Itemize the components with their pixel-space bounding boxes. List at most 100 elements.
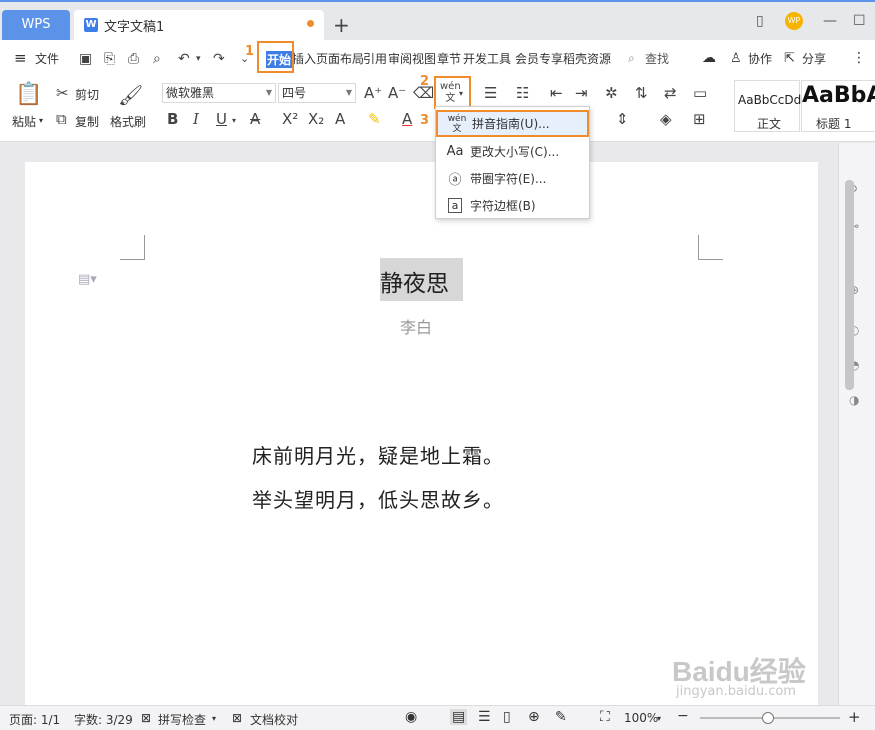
numbered-list-icon[interactable]: ☷ <box>516 84 529 102</box>
menu-item-char-border[interactable]: a 字符边框(B) <box>436 192 589 218</box>
undo-dropdown-icon[interactable]: ▾ <box>196 50 201 68</box>
zoom-level[interactable]: 100% <box>624 711 658 725</box>
poem-line-2[interactable]: 举头望明月，低头思故乡。 <box>252 484 504 513</box>
line-spacing-icon[interactable]: ⇕ <box>616 110 629 128</box>
zoom-dropdown-icon[interactable]: ▾ <box>657 714 661 723</box>
spellcheck-button[interactable]: 拼写检查 <box>158 711 206 728</box>
highlight-icon[interactable]: ✎ <box>368 110 381 128</box>
underline-dropdown-icon[interactable]: ▾ <box>232 112 236 130</box>
zoom-out-icon[interactable]: − <box>677 708 689 724</box>
text-direction-icon[interactable]: ⇄ <box>664 84 677 102</box>
undo-icon[interactable]: ↶ <box>178 50 190 68</box>
ruler-icon[interactable]: ▭ <box>693 84 707 102</box>
italic-icon[interactable]: I <box>193 110 199 128</box>
menu-review[interactable]: 审阅 <box>388 50 412 67</box>
minimize-icon[interactable]: — <box>823 13 837 29</box>
chinese-layout-icon[interactable]: ✲ <box>605 84 618 102</box>
underline-icon[interactable]: U <box>216 110 227 128</box>
print-preview-icon[interactable]: ⌕ <box>153 50 161 68</box>
window-layout-icon[interactable]: ▯ <box>756 13 764 29</box>
cloud-icon[interactable]: ☁ <box>702 50 716 66</box>
reading-view-icon[interactable]: ▯ <box>503 709 511 725</box>
menu-item-enclosed-chars[interactable]: ⓐ 带圈字符(E)... <box>436 165 589 191</box>
collab-button[interactable]: 协作 <box>748 50 772 67</box>
text-effect-icon[interactable]: A <box>335 110 345 128</box>
menu-view[interactable]: 视图 <box>412 50 436 67</box>
search-icon[interactable]: ⌕ <box>628 51 635 66</box>
menu-file[interactable]: 文件 <box>35 50 59 67</box>
paste-button[interactable]: 粘贴 <box>12 113 36 130</box>
superscript-icon[interactable]: X² <box>282 110 298 128</box>
decrease-indent-icon[interactable]: ⇤ <box>550 84 563 102</box>
page-count[interactable]: 页面: 1/1 <box>9 711 60 728</box>
menu-item-phonetic-guide[interactable]: wén 文 拼音指南(U)... <box>436 110 589 137</box>
hamburger-icon[interactable]: ≡ <box>14 49 27 67</box>
paste-dropdown-icon[interactable]: ▾ <box>39 116 43 125</box>
copy-button[interactable]: 复制 <box>75 113 99 130</box>
web-view-icon[interactable]: ⊕ <box>528 709 540 725</box>
proofread-icon[interactable]: ⊠ <box>232 711 242 725</box>
menu-item-change-case[interactable]: Aa 更改大小写(C)... <box>436 138 589 164</box>
share-icon[interactable]: ⇱ <box>784 51 795 66</box>
spellcheck-icon[interactable]: ⊠ <box>141 711 151 725</box>
proofread-button[interactable]: 文档校对 <box>250 711 298 728</box>
tab-document[interactable]: W 文字文稿1 <box>74 10 324 40</box>
fit-page-icon[interactable]: ⛶ <box>600 709 610 725</box>
share-button[interactable]: 分享 <box>802 50 826 67</box>
paste-icon[interactable]: 📋 <box>15 83 42 107</box>
eye-protection-icon[interactable]: ◉ <box>405 709 417 725</box>
shading-icon[interactable]: ◈ <box>660 110 672 128</box>
outline-view-icon[interactable]: ☰ <box>478 709 491 725</box>
page-view-icon[interactable]: ▤ <box>450 709 468 725</box>
export-pdf-icon[interactable]: ⎘ <box>104 50 115 68</box>
subscript-icon[interactable]: X₂ <box>308 110 324 128</box>
zoom-in-icon[interactable]: + <box>848 708 861 726</box>
menu-page-layout[interactable]: 页面布局 <box>316 50 364 67</box>
vertical-scrollbar[interactable] <box>845 180 854 390</box>
sidepanel-icon-6[interactable]: ◑ <box>849 393 859 407</box>
print-icon[interactable]: ⎙ <box>128 50 139 68</box>
font-name-select[interactable]: 微软雅黑 ▼ <box>162 83 276 103</box>
collab-user-icon[interactable]: ♙ <box>730 51 742 66</box>
menu-member[interactable]: 会员专享 <box>515 50 563 67</box>
new-tab-plus-icon[interactable]: + <box>333 10 350 40</box>
poem-line-1[interactable]: 床前明月光，疑是地上霜。 <box>252 440 504 469</box>
paragraph-doc-icon[interactable]: ▤▾ <box>78 272 97 287</box>
style-heading1[interactable]: AaBbA 标题 1 <box>801 80 875 132</box>
poem-author[interactable]: 李白 <box>400 314 432 338</box>
format-painter-button[interactable]: 格式刷 <box>110 113 146 130</box>
format-painter-icon[interactable]: 🖌 <box>118 83 143 107</box>
menu-insert[interactable]: 插入 <box>292 50 316 67</box>
increase-indent-icon[interactable]: ⇥ <box>575 84 588 102</box>
menu-references[interactable]: 引用 <box>363 50 387 67</box>
zoom-slider-thumb[interactable] <box>762 712 774 724</box>
tab-wps-home[interactable]: WPS <box>2 10 70 40</box>
cut-button[interactable]: 剪切 <box>75 86 99 103</box>
more-icon[interactable]: ⋮ <box>852 50 866 66</box>
style-normal[interactable]: AaBbCcDd 正文 <box>734 80 801 132</box>
bold-icon[interactable]: B <box>167 110 178 128</box>
spellcheck-dropdown-icon[interactable]: ▾ <box>212 714 216 723</box>
bullet-list-icon[interactable]: ☰ <box>484 84 497 102</box>
save-icon[interactable]: ▣ <box>79 50 92 68</box>
search-label[interactable]: 查找 <box>645 50 669 67</box>
sort-icon[interactable]: ⇅ <box>635 84 648 102</box>
avatar[interactable]: WP <box>785 12 803 30</box>
word-count[interactable]: 字数: 3/29 <box>74 711 133 728</box>
maximize-icon[interactable]: ☐ <box>853 13 866 29</box>
menu-developer[interactable]: 开发工具 <box>463 50 511 67</box>
menu-chapter[interactable]: 章节 <box>437 50 461 67</box>
strikethrough-icon[interactable]: A <box>250 110 260 128</box>
poem-title[interactable]: 静夜思 <box>380 264 449 298</box>
shrink-font-icon[interactable]: A⁻ <box>388 84 406 102</box>
write-mode-icon[interactable]: ✎ <box>555 709 567 725</box>
phonetic-guide-icon: wén 文 <box>447 113 467 134</box>
borders-icon[interactable]: ⊞ <box>693 110 706 128</box>
redo-icon[interactable]: ↷ <box>213 50 225 68</box>
copy-icon[interactable]: ⧉ <box>56 110 67 128</box>
font-color-icon[interactable]: A <box>402 110 412 128</box>
menu-resources[interactable]: 稻壳资源 <box>563 50 611 67</box>
grow-font-icon[interactable]: A⁺ <box>364 84 382 102</box>
cut-icon[interactable]: ✂ <box>56 84 69 102</box>
font-size-select[interactable]: 四号 ▼ <box>278 83 356 103</box>
